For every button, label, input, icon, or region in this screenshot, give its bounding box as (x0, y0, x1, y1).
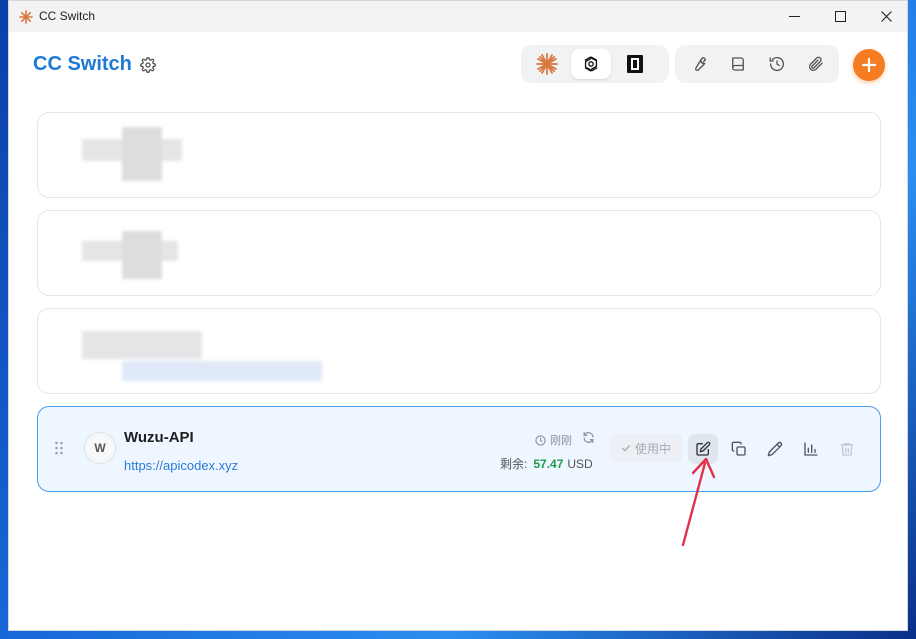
in-use-label: 使用中 (634, 441, 671, 456)
app-tab-gemini[interactable] (615, 49, 655, 79)
redacted-content (122, 361, 322, 381)
usage-stats-button[interactable] (796, 434, 826, 464)
bar-chart-icon (804, 442, 818, 456)
maximize-icon (834, 11, 846, 22)
provider-card-active[interactable]: W Wuzu-API https://apicodex.xyz 刚刚 剩余: 57… (37, 406, 881, 492)
refresh-button[interactable] (582, 431, 595, 449)
app-logo-icon (19, 10, 33, 24)
tools-group (675, 45, 839, 83)
plus-icon (861, 57, 877, 73)
delete-button[interactable] (832, 434, 862, 464)
title-bar: CC Switch (9, 1, 907, 32)
provider-url[interactable]: https://apicodex.xyz (124, 458, 238, 473)
app-switcher (521, 45, 669, 83)
rename-button[interactable] (760, 434, 790, 464)
close-button[interactable] (863, 1, 907, 32)
history-icon (769, 57, 784, 72)
drag-handle[interactable] (54, 440, 64, 461)
provider-card[interactable] (37, 112, 881, 198)
redacted-content (82, 331, 202, 359)
settings-button[interactable] (137, 54, 159, 76)
grip-icon (55, 441, 63, 455)
gemini-icon (627, 55, 643, 73)
app-tab-codex[interactable] (571, 49, 611, 79)
balance-label: 剩余: (500, 457, 528, 471)
redacted-content (122, 127, 162, 181)
balance-amount: 57.47 (533, 457, 564, 471)
refresh-icon (583, 432, 594, 443)
provider-card[interactable] (37, 308, 881, 394)
check-icon (621, 445, 630, 452)
provider-card[interactable] (37, 210, 881, 296)
wrench-icon (694, 56, 706, 71)
avatar: W (84, 432, 116, 464)
add-provider-button[interactable] (853, 49, 885, 81)
redacted-content (122, 231, 162, 279)
clock-icon (535, 434, 546, 446)
minimize-icon (788, 16, 800, 17)
minimize-button[interactable] (771, 1, 817, 32)
openai-icon (584, 56, 598, 72)
balance-unit: USD (567, 457, 593, 471)
paperclip-icon (808, 56, 823, 71)
maximize-button[interactable] (817, 1, 863, 32)
page-title: CC Switch (33, 53, 132, 75)
balance: 剩余: 57.47 USD (500, 455, 593, 472)
window-title: CC Switch (39, 9, 96, 23)
app-window: CC Switch CC Switch W Wuzu-API https://a… (8, 0, 908, 631)
trash-icon (840, 443, 854, 456)
provider-name: Wuzu-API (124, 429, 194, 446)
gear-icon (140, 57, 156, 73)
annotation-arrow (681, 457, 716, 547)
pencil-icon (767, 441, 783, 457)
claude-icon (536, 53, 558, 75)
copy-icon (731, 441, 746, 456)
app-tab-claude[interactable] (527, 49, 567, 79)
docs-button[interactable] (720, 49, 755, 79)
usage-updated: 刚刚 (535, 432, 572, 448)
attachments-button[interactable] (798, 49, 833, 79)
close-icon (880, 11, 892, 22)
history-button[interactable] (759, 49, 794, 79)
usage-updated-text: 刚刚 (550, 435, 572, 447)
in-use-button[interactable]: 使用中 (610, 433, 682, 463)
book-icon (731, 57, 744, 71)
tools-button[interactable] (681, 49, 716, 79)
